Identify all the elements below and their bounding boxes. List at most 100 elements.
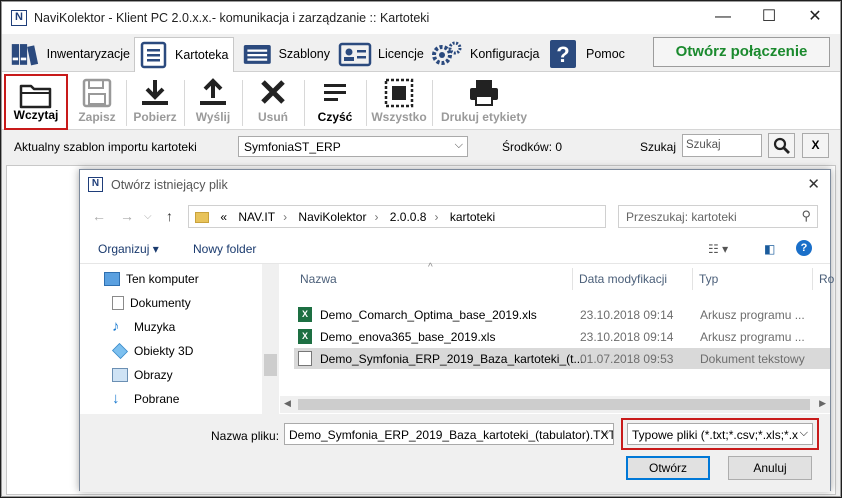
breadcrumb-item[interactable]: kartoteki bbox=[450, 210, 495, 224]
tab-templates[interactable]: Szablony bbox=[238, 37, 330, 71]
toolbar-divider bbox=[184, 80, 185, 126]
delete-button[interactable]: Usuń bbox=[246, 74, 300, 130]
binders-icon bbox=[11, 44, 39, 66]
tree-item-label: Ten komputer bbox=[126, 272, 199, 286]
tab-help[interactable]: ? Pomoc bbox=[542, 37, 630, 71]
send-button[interactable]: Wyślij bbox=[186, 74, 240, 130]
toolbar-divider bbox=[242, 80, 243, 126]
minimize-button[interactable]: — bbox=[700, 2, 746, 34]
dialog-close-button[interactable]: ✕ bbox=[807, 175, 820, 193]
close-button[interactable]: ✕ bbox=[792, 2, 838, 34]
search-input[interactable]: Szukaj bbox=[682, 134, 762, 157]
view-options-icon[interactable]: ☷ ▾ bbox=[708, 242, 728, 256]
template-value: SymfoniaST_ERP bbox=[244, 140, 341, 154]
tree-scrollbar[interactable] bbox=[262, 264, 279, 414]
select-all-button[interactable]: Wszystko bbox=[368, 74, 430, 130]
file-type: Arkusz programu ... bbox=[700, 330, 805, 344]
breadcrumb-item[interactable]: NAV.IT bbox=[238, 210, 275, 224]
template-select[interactable]: SymfoniaST_ERP ⌵ bbox=[238, 136, 468, 157]
organize-button[interactable]: Organizuj ▾ bbox=[98, 242, 159, 256]
file-date: 01.07.2018 09:53 bbox=[580, 352, 674, 366]
file-name: Demo_Symfonia_ERP_2019_Baza_kartoteki_(t… bbox=[320, 352, 584, 366]
file-row-selected[interactable]: Demo_Symfonia_ERP_2019_Baza_kartoteki_(t… bbox=[294, 348, 830, 369]
filetype-select[interactable]: Typowe pliki (*.txt;*.csv;*.xls;*.xl ⌵ bbox=[627, 423, 813, 445]
help-icon[interactable]: ? bbox=[796, 240, 812, 256]
search-button[interactable] bbox=[768, 133, 795, 158]
tree-scrollbar-thumb[interactable] bbox=[264, 354, 277, 376]
breadcrumb-item[interactable]: NaviKolektor bbox=[298, 210, 366, 224]
dialog-command-bar: Organizuj ▾ Nowy folder ☷ ▾ ◧ ? bbox=[80, 232, 830, 264]
tree-item-label: Pobrane bbox=[134, 392, 180, 406]
recent-locations-chevron-icon[interactable]: ⌵ bbox=[144, 211, 152, 222]
column-header-name[interactable]: Nazwa bbox=[300, 272, 337, 286]
dialog-title: Otwórz istniejący plik bbox=[111, 178, 228, 192]
file-list-scrollbar-thumb[interactable] bbox=[298, 399, 810, 410]
file-row[interactable]: X Demo_enova365_base_2019.xls 23.10.2018… bbox=[294, 326, 830, 347]
scroll-left-icon[interactable]: ◀ bbox=[284, 398, 291, 409]
tree-item-music[interactable]: ♪ Muzyka bbox=[112, 317, 175, 337]
print-labels-button[interactable]: Drukuj etykiety bbox=[434, 74, 534, 130]
main-tabs: Inwentaryzacje Kartoteka Szablony Licenc… bbox=[2, 34, 840, 72]
tree-item-computer[interactable]: Ten komputer bbox=[104, 269, 199, 289]
column-header-date[interactable]: Data modyfikacji bbox=[579, 272, 667, 286]
filename-value: Demo_Symfonia_ERP_2019_Baza_kartoteki_(t… bbox=[289, 428, 614, 442]
tab-inventories[interactable]: Inwentaryzacje bbox=[6, 37, 130, 71]
open-button[interactable]: Otwórz bbox=[626, 456, 710, 480]
toolbar: Wczytaj Zapisz Pobierz Wyślij Usuń Czyść… bbox=[2, 72, 840, 130]
tab-label: Licencje bbox=[378, 47, 424, 61]
navigation-tree: Ten komputer Dokumenty ♪ Muzyka Obiekty … bbox=[80, 264, 280, 414]
maximize-button[interactable]: ☐ bbox=[746, 2, 792, 34]
up-arrow-icon[interactable]: ↑ bbox=[166, 208, 173, 224]
tab-licenses[interactable]: Licencje bbox=[334, 37, 424, 71]
column-divider[interactable] bbox=[572, 268, 573, 290]
filename-label: Nazwa pliku: bbox=[211, 429, 280, 443]
tree-item-downloads[interactable]: ↓ Pobrane bbox=[112, 389, 179, 409]
open-connection-button[interactable]: Otwórz połączenie bbox=[653, 37, 830, 67]
load-button[interactable]: Wczytaj bbox=[4, 74, 68, 130]
select-all-label: Wszystko bbox=[371, 110, 427, 124]
sort-ascending-icon: ^ bbox=[428, 262, 433, 273]
breadcrumb-separator-icon: › bbox=[434, 210, 439, 224]
tab-kartoteka[interactable]: Kartoteka bbox=[134, 37, 234, 72]
address-bar[interactable]: « NAV.IT › NaviKolektor › 2.0.0.8 › kartote… bbox=[188, 205, 705, 228]
dialog-search-placeholder: Przeszukaj: kartoteki bbox=[626, 210, 737, 224]
title-bar: N NaviKolektor - Klient PC 2.0.x.x.- kom… bbox=[2, 2, 840, 34]
column-header-type[interactable]: Typ bbox=[699, 272, 718, 286]
license-icon bbox=[338, 42, 372, 67]
tree-item-documents[interactable]: Dokumenty bbox=[112, 293, 191, 313]
app-logo-icon: N bbox=[11, 10, 27, 26]
save-label: Zapisz bbox=[78, 110, 116, 124]
file-row[interactable]: X Demo_Comarch_Optima_base_2019.xls 23.1… bbox=[294, 304, 830, 325]
file-date: 23.10.2018 09:14 bbox=[580, 308, 674, 322]
documents-icon bbox=[112, 296, 124, 310]
clear-search-button[interactable]: X bbox=[802, 133, 829, 158]
file-list-scrollbar[interactable]: ◀ ▶ bbox=[280, 396, 830, 413]
file-list: Nazwa ^ Data modyfikacji Typ Ro X Demo_C… bbox=[280, 262, 834, 414]
tree-item-label: Obrazy bbox=[134, 368, 173, 382]
dialog-search-input[interactable]: Przeszukaj: kartoteki ⚲ bbox=[618, 205, 818, 228]
scroll-right-icon[interactable]: ▶ bbox=[819, 398, 826, 409]
tree-item-pictures[interactable]: Obrazy bbox=[112, 365, 173, 385]
clear-button[interactable]: Czyść bbox=[308, 74, 362, 130]
save-button[interactable]: Zapisz bbox=[70, 74, 124, 130]
clear-lines-icon bbox=[324, 84, 346, 101]
svg-text:?: ? bbox=[556, 42, 569, 67]
back-arrow-icon[interactable]: ← bbox=[92, 208, 106, 224]
download-button[interactable]: Pobierz bbox=[128, 74, 182, 130]
column-divider[interactable] bbox=[692, 268, 693, 290]
tab-configuration[interactable]: Konfiguracja bbox=[426, 37, 540, 71]
column-divider[interactable] bbox=[812, 268, 813, 290]
download-arrow-icon bbox=[142, 80, 168, 105]
folder-icon bbox=[19, 84, 52, 109]
preview-pane-icon[interactable]: ◧ bbox=[764, 242, 775, 256]
column-header-size[interactable]: Ro bbox=[819, 272, 834, 286]
tree-item-3d-objects[interactable]: Obiekty 3D bbox=[112, 341, 193, 361]
cancel-button[interactable]: Anuluj bbox=[728, 456, 812, 480]
search-icon: ⚲ bbox=[801, 208, 811, 223]
tab-label: Kartoteka bbox=[175, 48, 229, 62]
new-folder-button[interactable]: Nowy folder bbox=[193, 242, 256, 256]
filename-input[interactable]: Demo_Symfonia_ERP_2019_Baza_kartoteki_(t… bbox=[284, 423, 614, 445]
forward-arrow-icon[interactable]: → bbox=[120, 208, 134, 224]
breadcrumb-item[interactable]: 2.0.0.8 bbox=[390, 210, 427, 224]
chevron-down-icon[interactable]: ⌵ bbox=[601, 427, 609, 440]
